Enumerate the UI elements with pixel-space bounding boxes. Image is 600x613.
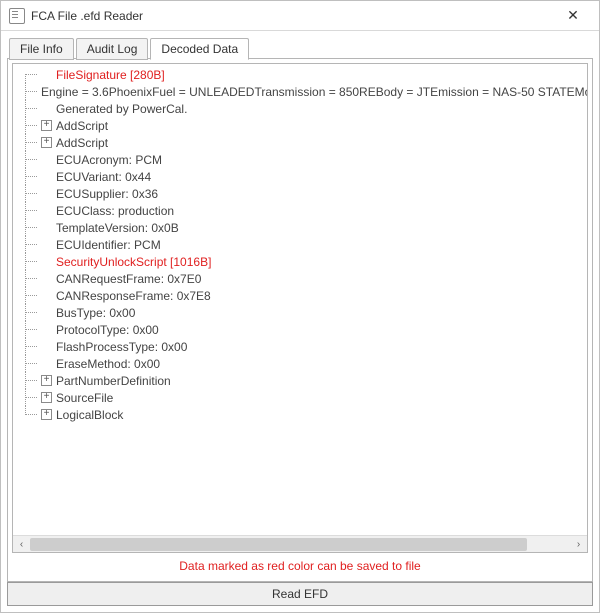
- expand-icon[interactable]: [41, 137, 52, 148]
- tabstrip: File Info Audit Log Decoded Data: [7, 37, 593, 59]
- tree-node-label: ECUSupplier: 0x36: [56, 187, 158, 201]
- scroll-track[interactable]: [30, 536, 570, 553]
- tree-lines: [19, 151, 41, 168]
- tree-lines: [19, 338, 41, 355]
- tree-lines: [19, 253, 41, 270]
- expand-icon[interactable]: [41, 375, 52, 386]
- tree-node[interactable]: FileSignature [280B]: [13, 66, 587, 83]
- tree-lines: [19, 185, 41, 202]
- tree-node[interactable]: Generated by PowerCal.: [13, 100, 587, 117]
- tree-node-label: PartNumberDefinition: [56, 374, 171, 388]
- tree-node[interactable]: EraseMethod: 0x00: [13, 355, 587, 372]
- tree-node-label: ECUAcronym: PCM: [56, 153, 162, 167]
- tree-node-label: Generated by PowerCal.: [56, 102, 187, 116]
- tree-node[interactable]: FlashProcessType: 0x00: [13, 338, 587, 355]
- tree-node-label: ECUVariant: 0x44: [56, 170, 151, 184]
- tab-file-info[interactable]: File Info: [9, 38, 74, 60]
- tree-node[interactable]: ECUAcronym: PCM: [13, 151, 587, 168]
- tab-label: Audit Log: [87, 42, 138, 56]
- titlebar: FCA File .efd Reader ✕: [1, 1, 599, 31]
- tree-node-label: BusType: 0x00: [56, 306, 135, 320]
- tree-lines: [19, 270, 41, 287]
- tree-node-label: AddScript: [56, 136, 108, 150]
- tree-node[interactable]: ProtocolType: 0x00: [13, 321, 587, 338]
- tree-node[interactable]: CANResponseFrame: 0x7E8: [13, 287, 587, 304]
- tree-node-label: TemplateVersion: 0x0B: [56, 221, 179, 235]
- decoded-tree[interactable]: FileSignature [280B] Engine = 3.6PhoenixF…: [13, 64, 587, 535]
- tabpage-decoded-data: FileSignature [280B] Engine = 3.6PhoenixF…: [7, 58, 593, 582]
- tree-container: FileSignature [280B] Engine = 3.6PhoenixF…: [12, 63, 588, 553]
- expand-icon[interactable]: [41, 409, 52, 420]
- window-title: FCA File .efd Reader: [31, 9, 553, 23]
- tree-node-label: Engine = 3.6PhoenixFuel = UNLEADEDTransm…: [41, 85, 587, 99]
- app-icon: [9, 8, 25, 24]
- tree-node[interactable]: TemplateVersion: 0x0B: [13, 219, 587, 236]
- tree-lines: [19, 134, 41, 151]
- tree-node[interactable]: ECUVariant: 0x44: [13, 168, 587, 185]
- tree-node-label: CANRequestFrame: 0x7E0: [56, 272, 201, 286]
- scroll-left-icon[interactable]: ‹: [13, 536, 30, 553]
- horizontal-scrollbar[interactable]: ‹ ›: [13, 535, 587, 552]
- scroll-thumb[interactable]: [30, 538, 527, 551]
- tree-node-label: ECUClass: production: [56, 204, 174, 218]
- close-icon[interactable]: ✕: [553, 1, 593, 31]
- tree-node-label: SecurityUnlockScript [1016B]: [56, 255, 211, 269]
- tree-node[interactable]: AddScript: [13, 134, 587, 151]
- tree-node-label: ProtocolType: 0x00: [56, 323, 159, 337]
- tree-node[interactable]: BusType: 0x00: [13, 304, 587, 321]
- tree-lines: [19, 372, 41, 389]
- scroll-right-icon[interactable]: ›: [570, 536, 587, 553]
- tree-node[interactable]: LogicalBlock: [13, 406, 587, 423]
- tree-lines: [19, 168, 41, 185]
- tab-label: Decoded Data: [161, 42, 238, 56]
- tree-node-label: CANResponseFrame: 0x7E8: [56, 289, 211, 303]
- tree-lines: [19, 287, 41, 304]
- tree-lines: [19, 236, 41, 253]
- tree-node-label: FileSignature [280B]: [56, 68, 165, 82]
- tree-lines: [19, 66, 41, 83]
- read-efd-button[interactable]: Read EFD: [7, 582, 593, 606]
- tree-node[interactable]: SourceFile: [13, 389, 587, 406]
- tree-lines: [19, 355, 41, 372]
- tree-node[interactable]: ECUClass: production: [13, 202, 587, 219]
- tree-node-label: AddScript: [56, 119, 108, 133]
- tree-node-label: SourceFile: [56, 391, 113, 405]
- read-efd-label: Read EFD: [272, 587, 328, 601]
- tree-node[interactable]: Engine = 3.6PhoenixFuel = UNLEADEDTransm…: [13, 83, 587, 100]
- tree-lines: [19, 389, 41, 406]
- tree-node[interactable]: PartNumberDefinition: [13, 372, 587, 389]
- tree-lines: [19, 219, 41, 236]
- tab-decoded-data[interactable]: Decoded Data: [150, 38, 249, 60]
- tree-lines: [19, 100, 41, 117]
- tree-lines: [19, 202, 41, 219]
- tree-lines: [19, 117, 41, 134]
- tree-node-label: LogicalBlock: [56, 408, 123, 422]
- tree-lines: [19, 321, 41, 338]
- tree-node-label: FlashProcessType: 0x00: [56, 340, 187, 354]
- hint-text: Data marked as red color can be saved to…: [12, 553, 588, 577]
- tree-lines: [19, 304, 41, 321]
- tree-node[interactable]: CANRequestFrame: 0x7E0: [13, 270, 587, 287]
- tree-lines: [19, 83, 41, 100]
- tab-audit-log[interactable]: Audit Log: [76, 38, 149, 60]
- tree-lines: [19, 406, 41, 423]
- tree-node[interactable]: SecurityUnlockScript [1016B]: [13, 253, 587, 270]
- tree-node-label: ECUIdentifier: PCM: [56, 238, 161, 252]
- main-window: FCA File .efd Reader ✕ File Info Audit L…: [0, 0, 600, 613]
- expand-icon[interactable]: [41, 120, 52, 131]
- tree-node-label: EraseMethod: 0x00: [56, 357, 160, 371]
- client-area: File Info Audit Log Decoded Data FileSig…: [1, 31, 599, 612]
- tree-node[interactable]: AddScript: [13, 117, 587, 134]
- tree-node[interactable]: ECUSupplier: 0x36: [13, 185, 587, 202]
- expand-icon[interactable]: [41, 392, 52, 403]
- tree-node[interactable]: ECUIdentifier: PCM: [13, 236, 587, 253]
- tab-label: File Info: [20, 42, 63, 56]
